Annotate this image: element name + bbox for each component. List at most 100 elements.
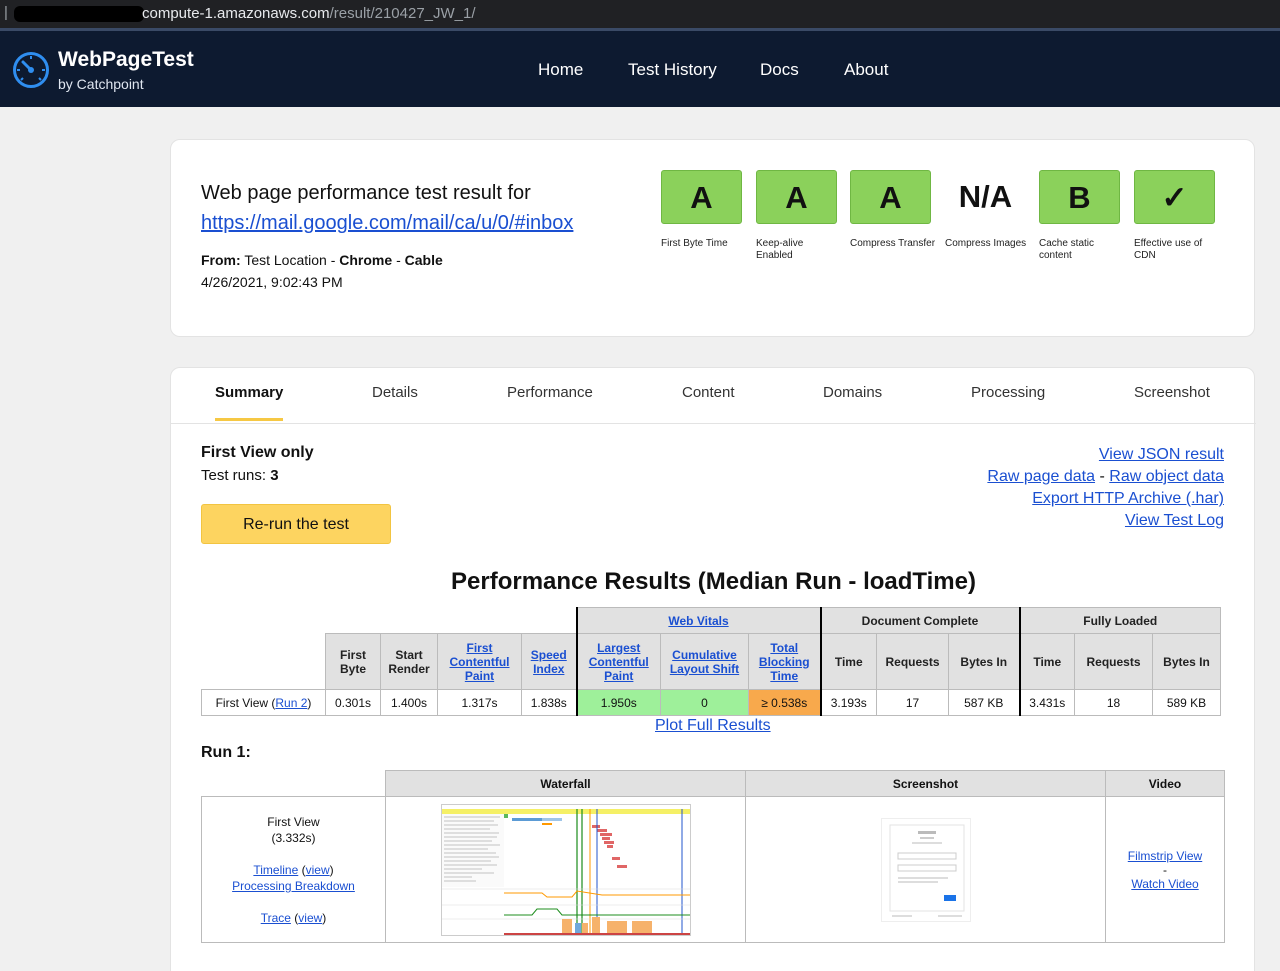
result-title: Web page performance test result for bbox=[201, 182, 531, 204]
nav-test-history[interactable]: Test History bbox=[628, 60, 717, 80]
col-cls: Cumulative Layout Shift bbox=[660, 633, 749, 690]
cell-speed-index: 1.838s bbox=[521, 689, 577, 716]
tbt-link[interactable]: Total Blocking Time bbox=[759, 641, 810, 683]
cell-tbt: ≥ 0.538s bbox=[748, 689, 821, 716]
speedometer-logo-icon[interactable] bbox=[12, 51, 50, 89]
performance-results-title: Performance Results (Median Run - loadTi… bbox=[451, 568, 976, 595]
screenshot-thumbnail-graphic bbox=[889, 824, 964, 917]
processing-breakdown-link[interactable]: Processing Breakdown bbox=[232, 879, 355, 893]
view-json-link[interactable]: View JSON result bbox=[1099, 446, 1224, 463]
cell-start-render: 1.400s bbox=[380, 689, 438, 716]
tab-summary[interactable]: Summary bbox=[215, 384, 283, 401]
grade-compress-images[interactable]: N/A bbox=[945, 170, 1026, 224]
tab-processing[interactable]: Processing bbox=[971, 384, 1045, 401]
table-corner bbox=[201, 633, 326, 690]
test-from-line: From: Test Location - Chrome - Cable bbox=[201, 252, 443, 268]
trace-link[interactable]: Trace bbox=[261, 911, 291, 925]
site-header: WebPageTest by Catchpoint Home Test Hist… bbox=[0, 28, 1280, 107]
grade-keep-alive[interactable]: A bbox=[756, 170, 837, 224]
raw-object-data-link[interactable]: Raw object data bbox=[1109, 468, 1224, 485]
grade-label-compress-transfer: Compress Transfer bbox=[850, 238, 936, 249]
url-text[interactable]: compute-1.amazonaws.com/result/210427_JW… bbox=[142, 5, 476, 22]
result-links: View JSON result Raw page data - Raw obj… bbox=[987, 444, 1224, 532]
run-load-time: (3.332s) bbox=[271, 830, 316, 845]
test-runs: Test runs: 3 bbox=[201, 467, 279, 484]
cell-dc-requests: 17 bbox=[876, 689, 949, 716]
cell-cls: 0 bbox=[660, 689, 749, 716]
table-row: First View (Run 2) 0.301s 1.400s 1.317s … bbox=[201, 689, 1221, 716]
result-tabs: Summary Details Performance Content Doma… bbox=[171, 368, 1256, 424]
trace-view-link[interactable]: view bbox=[298, 911, 322, 925]
tab-performance[interactable]: Performance bbox=[507, 384, 593, 401]
video-separator: - bbox=[1163, 862, 1167, 877]
col-fl-time: Time bbox=[1018, 633, 1075, 690]
tab-content[interactable]: Content bbox=[682, 384, 735, 401]
plot-full-results-link[interactable]: Plot Full Results bbox=[655, 717, 771, 735]
run-info-cell: First View (3.332s) Timeline (view) Proc… bbox=[201, 796, 386, 943]
row-label: First View (Run 2) bbox=[201, 689, 326, 716]
url-bar-edge: | bbox=[4, 4, 8, 21]
grade-label-first-byte: First Byte Time bbox=[661, 238, 728, 249]
cell-lcp: 1.950s bbox=[575, 689, 661, 716]
speed-index-link[interactable]: Speed Index bbox=[531, 648, 567, 676]
nav-home[interactable]: Home bbox=[538, 60, 583, 80]
timeline-view-link[interactable]: view bbox=[306, 863, 330, 877]
col-start-render: Start Render bbox=[380, 633, 438, 690]
cell-dc-bytes: 587 KB bbox=[948, 689, 1020, 716]
rerun-test-button[interactable]: Re-run the test bbox=[201, 504, 391, 544]
col-tbt: Total Blocking Time bbox=[748, 633, 821, 690]
run-table-corner bbox=[201, 770, 386, 797]
tab-domains[interactable]: Domains bbox=[823, 384, 882, 401]
results-card: Summary Details Performance Content Doma… bbox=[170, 367, 1256, 971]
document-complete-header: Document Complete bbox=[819, 607, 1020, 634]
cell-fcp: 1.317s bbox=[437, 689, 522, 716]
raw-page-data-link[interactable]: Raw page data bbox=[987, 468, 1095, 485]
grade-label-cdn: Effective use of CDN bbox=[1134, 238, 1203, 261]
col-dc-requests: Requests bbox=[876, 633, 949, 690]
col-first-byte: First Byte bbox=[325, 633, 381, 690]
web-vitals-link[interactable]: Web Vitals bbox=[668, 614, 728, 628]
tab-screenshot[interactable]: Screenshot bbox=[1134, 384, 1210, 401]
browser-url-bar[interactable]: | compute-1.amazonaws.com/result/210427_… bbox=[0, 0, 1280, 28]
brand-name[interactable]: WebPageTest bbox=[58, 48, 194, 72]
run-1-title: Run 1: bbox=[201, 744, 251, 761]
tab-details[interactable]: Details bbox=[372, 384, 418, 401]
video-cell: Filmstrip View - Watch Video bbox=[1105, 796, 1225, 943]
grade-label-cache-static: Cache static content bbox=[1039, 238, 1095, 261]
filmstrip-view-link[interactable]: Filmstrip View bbox=[1128, 849, 1202, 863]
test-summary-card: Web page performance test result for htt… bbox=[170, 139, 1255, 337]
table-spacer bbox=[202, 608, 577, 634]
col-fl-bytes: Bytes In bbox=[1152, 633, 1221, 690]
cell-fl-requests: 18 bbox=[1074, 689, 1153, 716]
lcp-link[interactable]: Largest Contentful Paint bbox=[589, 641, 649, 683]
fcp-link[interactable]: First Contentful Paint bbox=[450, 641, 510, 683]
cls-link[interactable]: Cumulative Layout Shift bbox=[670, 648, 739, 676]
grade-label-keep-alive: Keep-alive Enabled bbox=[756, 238, 804, 261]
col-fl-requests: Requests bbox=[1074, 633, 1153, 690]
nav-about[interactable]: About bbox=[844, 60, 888, 80]
col-fcp: First Contentful Paint bbox=[437, 633, 522, 690]
export-har-link[interactable]: Export HTTP Archive (.har) bbox=[1032, 490, 1224, 507]
screenshot-thumbnail[interactable] bbox=[880, 817, 971, 922]
performance-results-table: Web Vitals Document Complete Fully Loade… bbox=[201, 607, 1221, 716]
redacted-hostname bbox=[14, 6, 144, 22]
grade-first-byte[interactable]: A bbox=[661, 170, 742, 224]
nav-docs[interactable]: Docs bbox=[760, 60, 799, 80]
watch-video-link[interactable]: Watch Video bbox=[1131, 877, 1198, 891]
cell-fl-bytes: 589 KB bbox=[1152, 689, 1221, 716]
waterfall-thumbnail[interactable] bbox=[440, 803, 691, 936]
grade-compress-transfer[interactable]: A bbox=[850, 170, 931, 224]
cell-dc-time: 3.193s bbox=[819, 689, 877, 716]
view-title: First View only bbox=[201, 444, 314, 461]
view-test-log-link[interactable]: View Test Log bbox=[1125, 512, 1224, 529]
col-dc-time: Time bbox=[819, 633, 877, 690]
cell-fl-time: 3.431s bbox=[1018, 689, 1075, 716]
fully-loaded-header: Fully Loaded bbox=[1018, 607, 1221, 634]
grade-cache-static[interactable]: B bbox=[1039, 170, 1120, 224]
first-view-label: First View bbox=[267, 814, 320, 829]
run-2-link[interactable]: Run 2 bbox=[275, 696, 307, 710]
active-tab-indicator bbox=[215, 418, 283, 421]
tested-url-link[interactable]: https://mail.google.com/mail/ca/u/0/#inb… bbox=[201, 212, 573, 235]
timeline-link[interactable]: Timeline bbox=[253, 863, 298, 877]
grade-cdn[interactable]: ✓ bbox=[1134, 170, 1215, 224]
